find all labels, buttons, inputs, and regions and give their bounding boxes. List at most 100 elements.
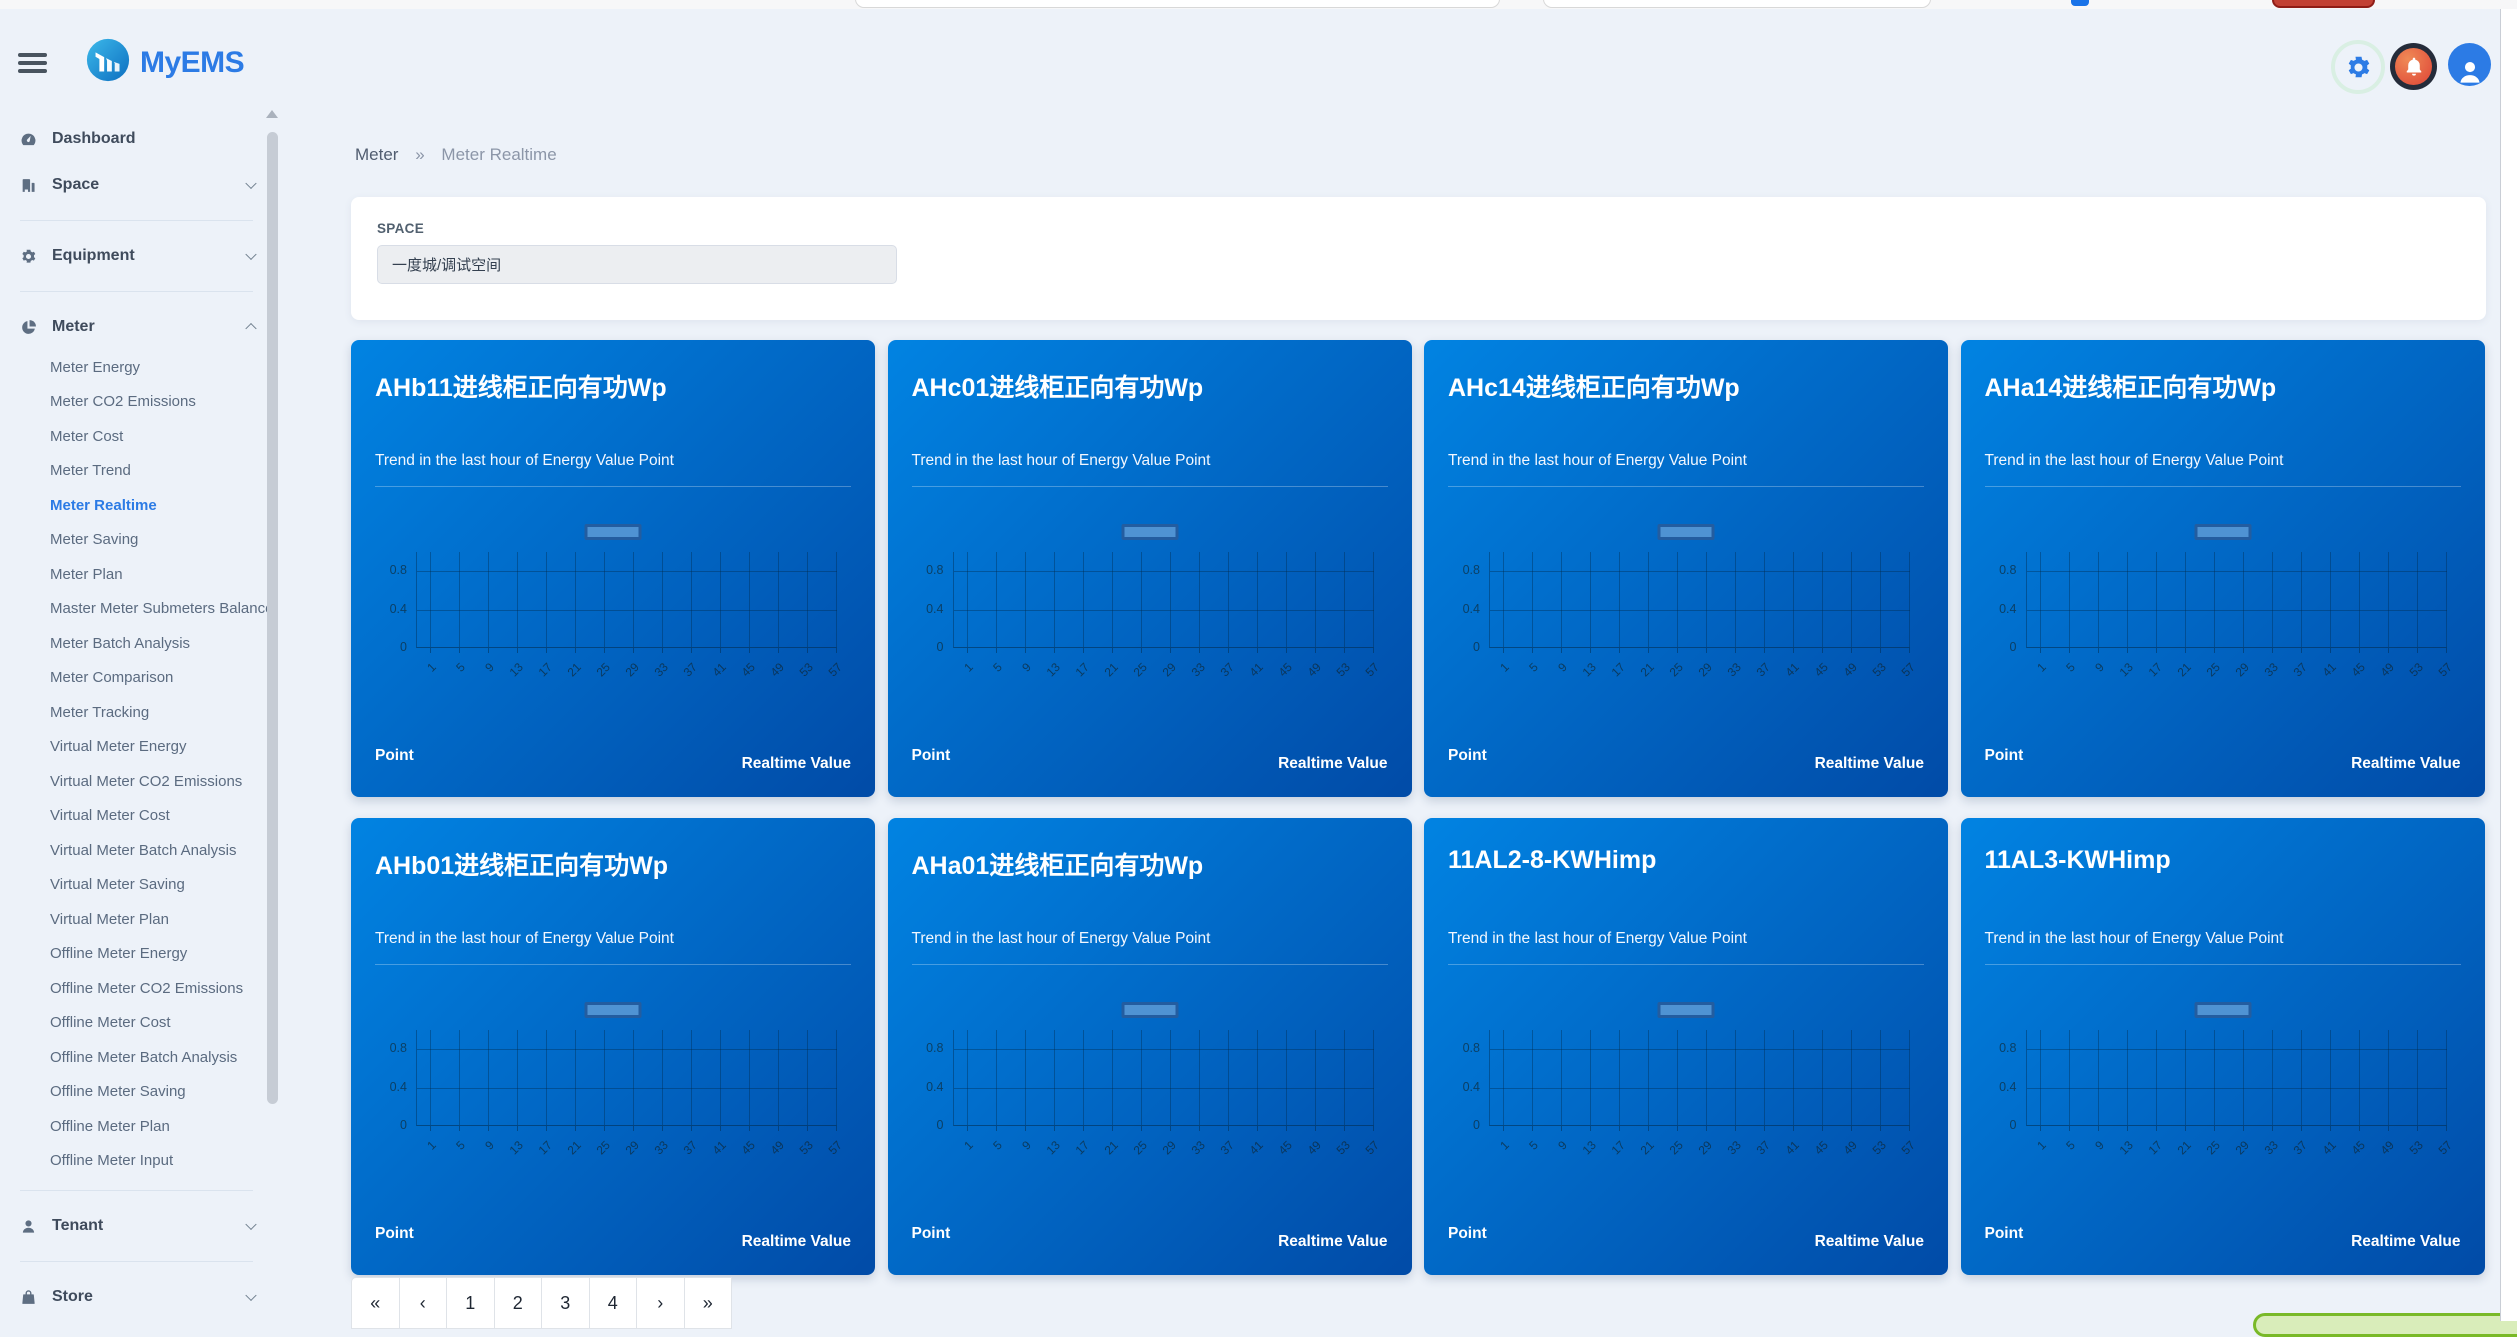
sidebar-item-meter-cost[interactable]: Meter Cost [0, 419, 283, 454]
sidebar-item-virtual-meter-batch-analysis[interactable]: Virtual Meter Batch Analysis [0, 833, 283, 868]
sidebar-item-offline-meter-cost[interactable]: Offline Meter Cost [0, 1006, 283, 1041]
sidebar-item-offline-meter-co2-emissions[interactable]: Offline Meter CO2 Emissions [0, 971, 283, 1006]
chart-subtitle: Trend in the last hour of Energy Value P… [1448, 930, 1747, 947]
sidebar-item-offline-meter-batch-analysis[interactable]: Offline Meter Batch Analysis [0, 1040, 283, 1075]
x-axis-tick-label: 1 [424, 1138, 439, 1153]
sidebar-scroll-up-arrow[interactable] [266, 110, 278, 118]
sidebar-item-virtual-meter-plan[interactable]: Virtual Meter Plan [0, 902, 283, 937]
realtime-value-column-header: Realtime Value [741, 1233, 851, 1250]
x-axis-tick-label: 13 [1579, 1138, 1599, 1158]
sidebar-item-virtual-meter-saving[interactable]: Virtual Meter Saving [0, 868, 283, 903]
y-axis-tick-label: 0.4 [389, 601, 407, 616]
meter-cards-grid: AHb11进线柜正向有功Wp Trend in the last hour of… [351, 340, 2485, 1275]
sidebar-item-meter-batch-analysis[interactable]: Meter Batch Analysis [0, 626, 283, 661]
pagination-prev[interactable]: ‹ [398, 1277, 447, 1329]
sidebar-item-meter-co2-emissions[interactable]: Meter CO2 Emissions [0, 385, 283, 420]
sidebar-item-equipment[interactable]: Equipment [0, 233, 283, 279]
pagination-page-4[interactable]: 4 [588, 1277, 637, 1329]
sidebar-item-label: Virtual Meter Saving [50, 876, 185, 894]
x-axis-tick-label: 21 [2174, 1138, 2194, 1158]
sidebar-item-meter-realtime[interactable]: Meter Realtime [0, 488, 283, 523]
x-axis-tick-label: 57 [1362, 660, 1382, 680]
y-axis-tick-label: 0.8 [1462, 1041, 1480, 1056]
space-filter-card: SPACE [351, 197, 2486, 320]
sidebar-item-meter-tracking[interactable]: Meter Tracking [0, 695, 283, 730]
hamburger-menu-icon[interactable] [18, 53, 48, 75]
chart-legend-marker[interactable] [1657, 524, 1715, 540]
sidebar-item-label: Meter Saving [50, 531, 139, 549]
chart-legend-marker[interactable] [2194, 1002, 2251, 1018]
chart-legend-marker[interactable] [1657, 1002, 1715, 1018]
y-axis-tick-label: 0.4 [389, 1079, 407, 1094]
sidebar-item-meter[interactable]: Meter [0, 304, 283, 350]
app-logo[interactable]: MyEMS [85, 37, 245, 88]
sidebar-item-store[interactable]: Store [0, 1274, 283, 1320]
user-avatar[interactable] [2448, 43, 2491, 86]
realtime-line-chart: 1 5 9 13 17 21 25 29 33 37 41 45 49 53 57 0.8 0.4 0 [351, 818, 875, 1275]
x-axis-tick-label: 37 [1217, 660, 1237, 680]
x-axis-tick-label: 57 [825, 1138, 845, 1158]
sidebar-item-offline-meter-plan[interactable]: Offline Meter Plan [0, 1109, 283, 1144]
x-axis-tick-label: 53 [1333, 1138, 1353, 1158]
pagination-next[interactable]: › [636, 1277, 685, 1329]
card-divider [1448, 964, 1924, 965]
sidebar-item-offline-meter-saving[interactable]: Offline Meter Saving [0, 1075, 283, 1110]
pagination-page-3[interactable]: 3 [541, 1277, 590, 1329]
x-axis-tick-label: 53 [796, 660, 816, 680]
sidebar-item-virtual-meter-cost[interactable]: Virtual Meter Cost [0, 799, 283, 834]
sidebar-item-master-meter-submeters-balance[interactable]: Master Meter Submeters Balance [0, 592, 283, 627]
sidebar-scrollbar-thumb[interactable] [267, 132, 278, 1104]
pagination-page-2[interactable]: 2 [493, 1277, 542, 1329]
sidebar-item-label: Dashboard [52, 130, 136, 147]
x-axis-tick-label: 9 [482, 660, 497, 675]
space-select-input[interactable] [377, 245, 897, 284]
x-axis-tick-label: 41 [709, 1138, 729, 1158]
space-label: SPACE [377, 221, 425, 236]
chart-legend-marker[interactable] [1121, 524, 1178, 540]
pagination-last[interactable]: » [683, 1277, 732, 1329]
notification-bell-button[interactable] [2390, 43, 2437, 90]
sidebar-item-offline-meter-input[interactable]: Offline Meter Input [0, 1144, 283, 1179]
x-axis-tick-label: 29 [2232, 1138, 2252, 1158]
x-axis-tick-label: 17 [1072, 1138, 1092, 1158]
chart-legend-marker[interactable] [2194, 524, 2251, 540]
settings-gear-icon[interactable] [2331, 40, 2385, 94]
browser-chrome-fragment [1543, 0, 1931, 8]
chart-subtitle: Trend in the last hour of Energy Value P… [1448, 452, 1747, 469]
x-axis-tick-label: 25 [2203, 660, 2223, 680]
page-scrollbar[interactable] [2500, 9, 2517, 1321]
x-axis-tick-label: 53 [1333, 660, 1353, 680]
x-axis-tick-label: 53 [1869, 1138, 1889, 1158]
x-axis-tick-label: 57 [825, 660, 845, 680]
meter-title: AHc14进线柜正向有功Wp [1448, 374, 1740, 402]
y-axis-tick-label: 0 [2009, 640, 2017, 654]
sidebar-item-space[interactable]: Space [0, 162, 283, 208]
x-axis-tick-label: 53 [2406, 660, 2426, 680]
card-divider [375, 964, 851, 965]
x-axis-tick-label: 13 [1579, 660, 1599, 680]
point-column-header: Point [375, 747, 414, 764]
sidebar-item-meter-saving[interactable]: Meter Saving [0, 523, 283, 558]
x-axis-tick-label: 33 [2261, 1138, 2281, 1158]
chart-legend-marker[interactable] [584, 1002, 642, 1018]
sidebar-item-label: Meter Tracking [50, 703, 150, 721]
x-axis-tick-label: 37 [680, 660, 700, 680]
sidebar-item-tenant[interactable]: Tenant [0, 1203, 283, 1249]
breadcrumb-meter[interactable]: Meter [355, 145, 398, 164]
sidebar-item-virtual-meter-co2-emissions[interactable]: Virtual Meter CO2 Emissions [0, 764, 283, 799]
chart-legend-marker[interactable] [1121, 1002, 1178, 1018]
pagination-first[interactable]: « [351, 1277, 400, 1329]
chart-legend-marker[interactable] [584, 524, 642, 540]
sidebar-item-label: Store [52, 1288, 93, 1305]
pagination-page-1[interactable]: 1 [446, 1277, 495, 1329]
x-axis-tick-label: 53 [796, 1138, 816, 1158]
card-divider [911, 964, 1388, 965]
sidebar-item-offline-meter-energy[interactable]: Offline Meter Energy [0, 937, 283, 972]
toast-fragment [2253, 1313, 2517, 1337]
sidebar-item-meter-trend[interactable]: Meter Trend [0, 454, 283, 489]
sidebar-item-meter-energy[interactable]: Meter Energy [0, 350, 283, 385]
sidebar-item-meter-plan[interactable]: Meter Plan [0, 557, 283, 592]
sidebar-item-virtual-meter-energy[interactable]: Virtual Meter Energy [0, 730, 283, 765]
sidebar-item-dashboard[interactable]: Dashboard [0, 116, 283, 162]
sidebar-item-meter-comparison[interactable]: Meter Comparison [0, 661, 283, 696]
